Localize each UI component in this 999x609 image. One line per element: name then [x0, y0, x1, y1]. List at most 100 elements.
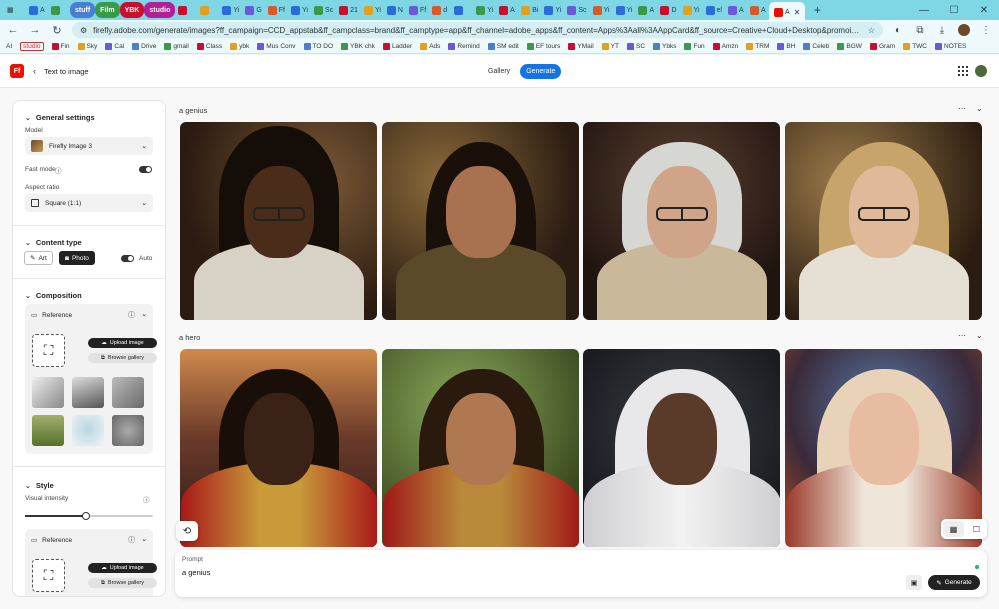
generated-image[interactable] [583, 349, 780, 547]
generated-image[interactable] [180, 122, 377, 320]
slider-handle[interactable] [82, 512, 91, 520]
bookmark-item[interactable]: Amzn [712, 43, 738, 50]
bookmark-item[interactable]: TRM [746, 43, 769, 50]
browser-tab[interactable]: Yi [590, 2, 613, 18]
user-avatar[interactable] [975, 65, 987, 77]
browser-tab[interactable]: Ff [265, 2, 288, 18]
browser-tab[interactable]: N [384, 2, 406, 18]
address-bar[interactable]: ⚙ firefly.adobe.com/generate/images?ff_c… [72, 22, 883, 38]
bookmark-item[interactable]: YBK chk [341, 43, 375, 50]
history-icon[interactable]: ⟲ [176, 521, 198, 541]
browser-tab[interactable]: Yi [680, 2, 703, 18]
info-icon[interactable]: ⓘ [143, 494, 150, 504]
content-type-header[interactable]: ⌄ Content type [25, 238, 82, 247]
auto-toggle[interactable] [121, 255, 134, 262]
bookmark-item[interactable]: BH [777, 43, 795, 50]
bookmark-item[interactable]: YMail [568, 43, 594, 50]
browser-tab[interactable] [197, 2, 219, 18]
new-tab-button[interactable]: + [809, 2, 825, 18]
chevron-down-icon[interactable]: ⌄ [976, 104, 983, 113]
bookmark-item[interactable]: Fun [684, 43, 705, 50]
style-header[interactable]: ⌄ Style [25, 481, 54, 490]
model-dropdown[interactable]: Firefly Image 3 ⌄ [25, 137, 153, 155]
profile-avatar[interactable] [957, 23, 971, 37]
browser-tab[interactable]: D [657, 2, 679, 18]
bookmark-item[interactable]: Fin [51, 43, 70, 50]
browser-tab[interactable]: Sc [564, 2, 589, 18]
generated-image[interactable] [382, 349, 579, 547]
extension-icon[interactable]: ◐ [891, 23, 905, 37]
reference-thumbnail[interactable] [112, 377, 144, 408]
browse-gallery-button[interactable]: ⧉ Browse gallery [88, 353, 157, 363]
bookmark-item[interactable]: EF tours [526, 43, 560, 50]
browser-tab[interactable]: G [242, 2, 264, 18]
browser-tab[interactable]: Yi [613, 2, 636, 18]
bookmark-item[interactable]: Sky [77, 43, 97, 50]
tab-group-0[interactable]: stuff [70, 2, 96, 18]
bookmark-item[interactable]: TWC [903, 43, 927, 50]
bookmark-item[interactable]: BGW [837, 43, 862, 50]
browser-tab[interactable]: Yi [219, 2, 242, 18]
puzzle-icon[interactable]: ⧉ [913, 23, 927, 37]
site-info-icon[interactable]: ⚙ [80, 26, 87, 35]
chevron-down-icon[interactable]: ⌄ [141, 535, 147, 545]
generated-image[interactable] [785, 122, 982, 320]
generate-button[interactable]: ✎ Generate [928, 575, 980, 590]
browser-tab[interactable] [451, 2, 473, 18]
kebab-menu-icon[interactable]: ⋮ [979, 23, 993, 37]
firefly-logo[interactable]: Ff [10, 64, 24, 78]
image-upload-icon[interactable]: ⛶ [32, 559, 65, 592]
general-settings-header[interactable]: ⌄ General settings [25, 113, 95, 122]
style-settings-icon[interactable]: ▣ [906, 575, 922, 590]
bookmark-item[interactable]: AI [6, 43, 12, 50]
upload-image-button[interactable]: ☁ Upload image [88, 563, 157, 573]
breadcrumb[interactable]: Text to image [44, 67, 89, 76]
apps-grid-icon[interactable] [958, 66, 968, 76]
bookmark-item[interactable]: Ladder [382, 43, 412, 50]
upload-image-button[interactable]: ☁ Upload image [88, 338, 157, 348]
browser-tab[interactable]: A [635, 2, 657, 18]
generated-image[interactable] [382, 122, 579, 320]
grid-view-icon[interactable]: ▦ [943, 521, 964, 537]
back-arrow-icon[interactable]: ← [6, 23, 20, 37]
browser-tab[interactable]: Yi [361, 2, 384, 18]
browser-tab[interactable]: Bi [518, 2, 541, 18]
back-chevron-icon[interactable]: ‹ [33, 66, 36, 76]
more-icon[interactable]: ⋯ [958, 104, 966, 113]
art-button[interactable]: ✎ Art [24, 251, 53, 265]
visual-intensity-slider[interactable] [25, 512, 153, 520]
browser-tab[interactable]: A [747, 2, 769, 18]
forward-arrow-icon[interactable]: → [28, 23, 42, 37]
bookmark-item[interactable]: Celeb [803, 43, 829, 50]
tab-gallery[interactable]: Gallery [482, 64, 516, 79]
browser-tab[interactable]: A [26, 2, 48, 18]
browse-gallery-button[interactable]: ⧉ Browse gallery [88, 578, 157, 588]
bookmark-item[interactable]: YT [601, 43, 619, 50]
reference-thumbnail[interactable] [72, 415, 104, 446]
info-icon[interactable]: ⓘ [128, 310, 135, 320]
chevron-down-icon[interactable]: ⌄ [976, 331, 983, 340]
browser-menu-icon[interactable]: ▦ [4, 2, 26, 18]
generated-image[interactable] [583, 122, 780, 320]
browser-tab[interactable]: Yi [288, 2, 311, 18]
generated-image[interactable] [180, 349, 377, 547]
browser-tab[interactable]: A [496, 2, 518, 18]
browser-tab[interactable]: 21 [336, 2, 361, 18]
browser-tab[interactable]: Sc [311, 2, 336, 18]
bookmark-item[interactable]: SM edit [487, 43, 519, 50]
tab-group-1[interactable]: Film [95, 2, 120, 18]
browser-tab[interactable]: d [429, 2, 451, 18]
browser-tab[interactable]: Yi [541, 2, 564, 18]
tab-generate[interactable]: Generate [520, 64, 562, 79]
bookmark-item[interactable]: Ads [420, 43, 440, 50]
image-upload-icon[interactable]: ⛶ [32, 334, 65, 367]
bookmark-item[interactable]: NOTES [935, 43, 966, 50]
reload-icon[interactable]: ↻ [50, 23, 64, 37]
fast-mode-toggle[interactable] [139, 166, 152, 173]
browser-tab[interactable]: A [725, 2, 747, 18]
bookmark-item[interactable]: ybk [230, 43, 249, 50]
reference-thumbnail[interactable] [32, 415, 64, 446]
maximize-icon[interactable]: ☐ [939, 0, 969, 20]
aspect-ratio-dropdown[interactable]: Square (1:1) ⌄ [25, 194, 153, 212]
tab-group-3[interactable]: studio [144, 2, 176, 18]
